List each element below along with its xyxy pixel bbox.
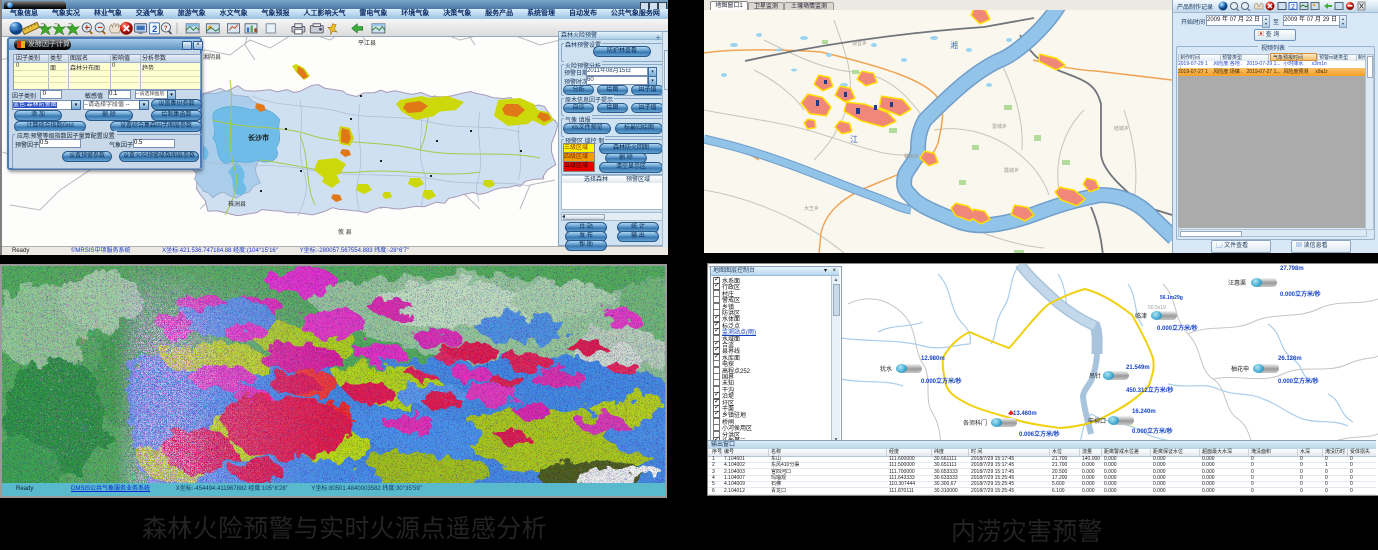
svg-text:结城乡: 结城乡 bbox=[1114, 125, 1129, 132]
svg-text:犹水: 犹水 bbox=[880, 365, 892, 373]
svg-text:株洲县: 株洲县 bbox=[228, 200, 246, 208]
svg-text:0.006立方米/秒: 0.006立方米/秒 bbox=[1019, 430, 1060, 438]
svg-text:各须科门: 各须科门 bbox=[963, 419, 987, 427]
svg-text:2: 2 bbox=[152, 24, 157, 34]
svg-text:吊针: 吊针 bbox=[1089, 372, 1101, 380]
svg-text:临津: 临津 bbox=[1135, 312, 1147, 320]
svg-text:株树乡: 株树乡 bbox=[904, 153, 919, 160]
svg-text:12.980m: 12.980m bbox=[921, 356, 945, 362]
svg-text:21.549m: 21.549m bbox=[1126, 365, 1150, 371]
svg-text:0.000立方米/秒: 0.000立方米/秒 bbox=[1157, 324, 1198, 332]
svg-text:雷城乡: 雷城乡 bbox=[992, 123, 1007, 130]
svg-text:16.240m: 16.240m bbox=[1132, 409, 1156, 415]
svg-text:27.798m: 27.798m bbox=[1280, 266, 1304, 272]
svg-text:申柳口: 申柳口 bbox=[1088, 417, 1106, 425]
svg-text:0.000立方米/秒: 0.000立方米/秒 bbox=[1280, 290, 1321, 298]
svg-text:攸 县: 攸 县 bbox=[338, 228, 352, 236]
svg-text:2: 2 bbox=[1291, 4, 1295, 11]
svg-text:湘阴县: 湘阴县 bbox=[203, 53, 221, 61]
svg-text:汪惠渠: 汪惠渠 bbox=[1228, 279, 1246, 287]
svg-text:26.126m: 26.126m bbox=[1278, 356, 1302, 362]
svg-text:13.460m: 13.460m bbox=[1013, 411, 1037, 417]
svg-text:0.000立方米/秒: 0.000立方米/秒 bbox=[921, 377, 962, 385]
svg-text:0.000立方米/秒: 0.000立方米/秒 bbox=[1132, 427, 1173, 435]
svg-text:观音乡: 观音乡 bbox=[852, 40, 867, 47]
svg-text:长沙市: 长沙市 bbox=[248, 133, 269, 142]
svg-text:柚花申: 柚花申 bbox=[1231, 365, 1249, 373]
svg-text:平江县: 平江县 bbox=[358, 40, 376, 47]
svg-text:0.000立方米/秒: 0.000立方米/秒 bbox=[1278, 377, 1319, 385]
svg-text:450.312立方米/秒: 450.312立方米/秒 bbox=[1126, 386, 1173, 394]
svg-text:56.1m29g: 56.1m29g bbox=[1160, 295, 1183, 301]
svg-text:大王乡: 大王乡 bbox=[804, 205, 819, 212]
svg-text:霞城乡: 霞城乡 bbox=[1004, 167, 1019, 174]
svg-text:?: ? bbox=[164, 25, 168, 32]
svg-text:湘: 湘 bbox=[950, 40, 958, 50]
svg-text:江: 江 bbox=[850, 135, 858, 144]
